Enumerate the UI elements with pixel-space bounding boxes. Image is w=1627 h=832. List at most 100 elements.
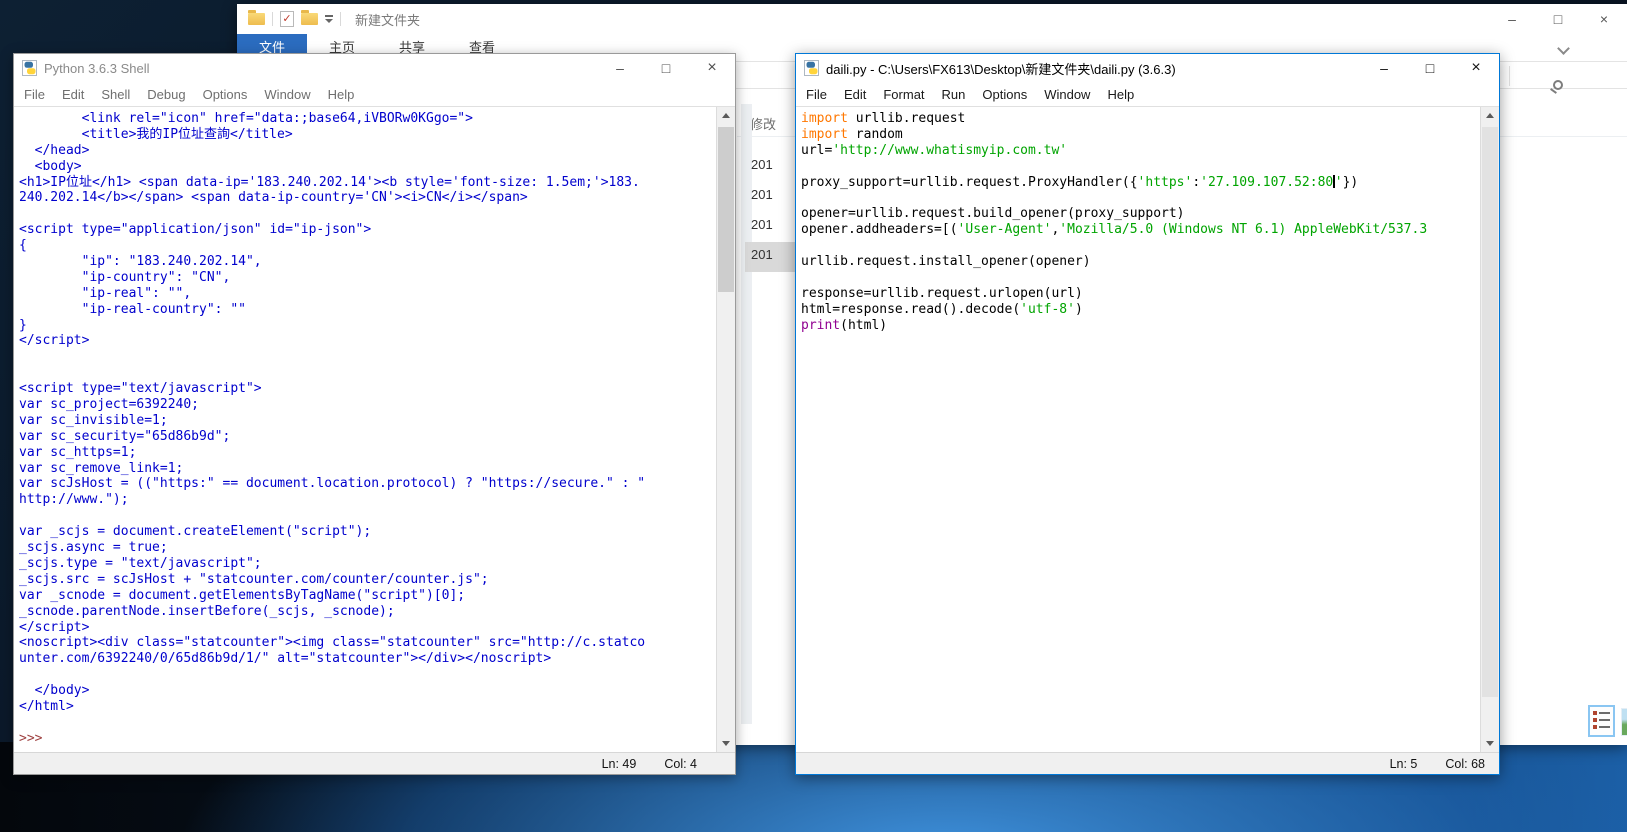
close-button[interactable]: × <box>1453 54 1499 82</box>
close-button[interactable]: × <box>689 54 735 82</box>
editor-code-text[interactable]: import urllib.requestimport randomurl='h… <box>796 107 1480 752</box>
shell-menubar: File Edit Shell Debug Options Window Help <box>14 82 735 107</box>
editor-code-line: print(html) <box>801 318 1480 334</box>
maximize-button[interactable]: □ <box>1407 54 1453 82</box>
maximize-button[interactable]: □ <box>1535 4 1581 34</box>
window-title: daili.py - C:\Users\FX613\Desktop\新建文件夹\… <box>826 59 1176 78</box>
scrollbar-thumb[interactable] <box>1482 127 1498 697</box>
menu-debug[interactable]: Debug <box>147 87 185 102</box>
shell-output-line: <link rel="icon" href="data:;base64,iVBO… <box>19 111 716 127</box>
close-button[interactable]: × <box>1581 4 1627 34</box>
quick-access-toolbar: ✓ <box>237 11 341 27</box>
shell-titlebar[interactable]: Python 3.6.3 Shell – □ × <box>14 54 735 82</box>
scroll-down-icon[interactable] <box>1481 735 1499 752</box>
menu-file[interactable]: File <box>24 87 45 102</box>
shell-output-line: <h1>IP位址</h1> <span data-ip='183.240.202… <box>19 175 716 191</box>
minimize-button[interactable]: – <box>597 54 643 82</box>
shell-output-line: </body> <box>19 683 716 699</box>
shell-output-line: _scjs.type = "text/javascript"; <box>19 556 716 572</box>
new-folder-icon[interactable] <box>301 13 318 25</box>
window-title: Python 3.6.3 Shell <box>44 61 150 76</box>
shell-output-line: </script> <box>19 333 716 349</box>
shell-output-line: <script type="application/json" id="ip-j… <box>19 222 716 238</box>
menu-help[interactable]: Help <box>1107 87 1134 102</box>
idle-python-icon <box>804 60 820 76</box>
menu-options[interactable]: Options <box>203 87 248 102</box>
editor-code-line: url='http://www.whatismyip.com.tw' <box>801 143 1480 159</box>
shell-output-line: var _scnode = document.getElementsByTagN… <box>19 588 716 604</box>
editor-code-line <box>801 238 1480 254</box>
shell-output-line: } <box>19 318 716 334</box>
menu-shell[interactable]: Shell <box>101 87 130 102</box>
shell-window-controls: – □ × <box>597 54 735 82</box>
shell-output-line: "ip-real": "", <box>19 286 716 302</box>
editor-menubar: File Edit Format Run Options Window Help <box>796 82 1499 107</box>
list-file-icon[interactable] <box>1588 705 1615 737</box>
shell-output-line: _scjs.src = scJsHost + "statcounter.com/… <box>19 572 716 588</box>
divider <box>340 12 341 26</box>
editor-code-line: import random <box>801 127 1480 143</box>
column-header-date-modified[interactable]: 修改 <box>750 114 776 133</box>
scroll-up-icon[interactable] <box>717 107 735 124</box>
shell-output-text[interactable]: <link rel="icon" href="data:;base64,iVBO… <box>14 107 716 752</box>
explorer-window-controls: – □ × <box>1489 4 1627 34</box>
line-indicator: Ln: 49 <box>588 757 651 771</box>
editor-code-line: opener.addheaders=[('User-Agent','Mozill… <box>801 222 1480 238</box>
minimize-button[interactable]: – <box>1361 54 1407 82</box>
editor-code-line: html=response.read().decode('utf-8') <box>801 302 1480 318</box>
shell-output-line: </script> <box>19 620 716 636</box>
shell-output-line <box>19 508 716 524</box>
menu-file[interactable]: File <box>806 87 827 102</box>
shell-output-line: _scjs.async = true; <box>19 540 716 556</box>
menu-options[interactable]: Options <box>982 87 1027 102</box>
shell-output-line: var sc_project=6392240; <box>19 397 716 413</box>
editor-code-line: urllib.request.install_opener(opener) <box>801 254 1480 270</box>
editor-scrollbar[interactable] <box>1480 107 1499 752</box>
editor-code-line <box>801 190 1480 206</box>
shell-output-line: var sc_security="65d86b9d"; <box>19 429 716 445</box>
line-indicator: Ln: 5 <box>1376 757 1432 771</box>
shell-output-line: var sc_https=1; <box>19 445 716 461</box>
shell-output-line: http://www."); <box>19 492 716 508</box>
shell-output-area[interactable]: <link rel="icon" href="data:;base64,iVBO… <box>14 107 735 752</box>
menu-help[interactable]: Help <box>328 87 355 102</box>
properties-check-icon[interactable]: ✓ <box>280 11 294 27</box>
maximize-button[interactable]: □ <box>643 54 689 82</box>
qat-customize-icon[interactable] <box>325 15 333 23</box>
editor-text-area[interactable]: import urllib.requestimport randomurl='h… <box>796 107 1499 752</box>
editor-code-line <box>801 159 1480 175</box>
column-indicator: Col: 4 <box>650 757 711 771</box>
editor-code-line: import urllib.request <box>801 111 1480 127</box>
shell-output-line: "ip": "183.240.202.14", <box>19 254 716 270</box>
shell-output-line: unter.com/6392240/0/65d86b9d/1/" alt="st… <box>19 651 716 667</box>
shell-output-line <box>19 715 716 731</box>
desktop-icons <box>1588 705 1627 741</box>
divider <box>272 12 273 26</box>
shell-scrollbar[interactable] <box>716 107 735 752</box>
menu-window[interactable]: Window <box>264 87 310 102</box>
scroll-down-icon[interactable] <box>717 735 735 752</box>
scroll-up-icon[interactable] <box>1481 107 1499 124</box>
explorer-window-title: 新建文件夹 <box>355 10 420 29</box>
picture-file-icon[interactable] <box>1621 708 1627 736</box>
menu-window[interactable]: Window <box>1044 87 1090 102</box>
shell-output-line <box>19 365 716 381</box>
shell-output-line: var sc_invisible=1; <box>19 413 716 429</box>
caret-down-icon <box>325 19 333 23</box>
shell-output-line: var sc_remove_link=1; <box>19 461 716 477</box>
search-icon[interactable] <box>1553 80 1563 90</box>
folder-icon[interactable] <box>248 13 265 25</box>
editor-code-line: opener=urllib.request.build_opener(proxy… <box>801 206 1480 222</box>
menu-edit[interactable]: Edit <box>62 87 84 102</box>
shell-output-line: <noscript><div class="statcounter"><img … <box>19 635 716 651</box>
addressbar-separator <box>1509 66 1510 86</box>
menu-edit[interactable]: Edit <box>844 87 866 102</box>
minimize-button[interactable]: – <box>1489 4 1535 34</box>
editor-code-line: proxy_support=urllib.request.ProxyHandle… <box>801 175 1480 191</box>
menu-format[interactable]: Format <box>883 87 924 102</box>
shell-prompt[interactable]: >>> <box>19 731 716 747</box>
menu-run[interactable]: Run <box>942 87 966 102</box>
editor-titlebar[interactable]: daili.py - C:\Users\FX613\Desktop\新建文件夹\… <box>796 54 1499 82</box>
scrollbar-thumb[interactable] <box>718 127 734 292</box>
shell-output-line <box>19 349 716 365</box>
